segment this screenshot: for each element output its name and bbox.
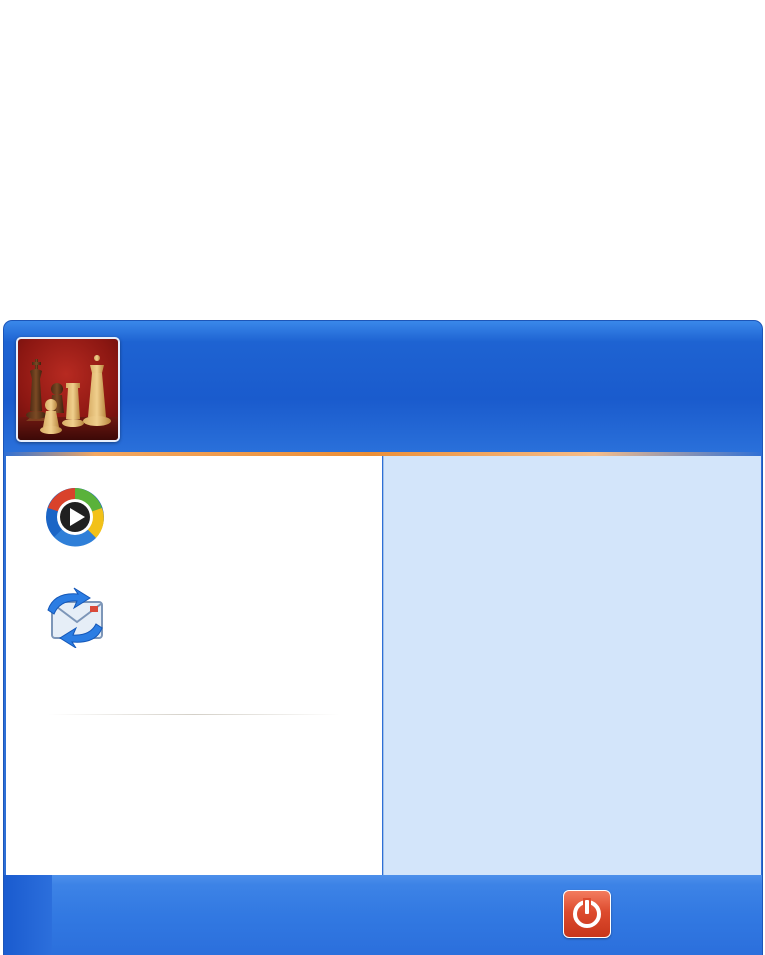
places-pane [383, 456, 761, 875]
power-icon [573, 898, 601, 928]
all-programs-button[interactable] [24, 826, 274, 852]
screen [0, 0, 765, 955]
program-item-media-player[interactable] [24, 486, 364, 556]
start-menu [4, 321, 762, 955]
menu-header [4, 321, 762, 452]
menu-footer [4, 875, 762, 955]
windows-media-player-icon [44, 486, 106, 548]
turn-off-button[interactable] [563, 890, 611, 938]
program-item-outlook-express[interactable] [24, 586, 364, 656]
user-avatar[interactable] [16, 337, 120, 442]
footer-left-edge [4, 875, 52, 955]
chess-avatar-image [18, 355, 118, 440]
pinned-programs-pane [6, 456, 382, 875]
program-list-separator [48, 714, 340, 715]
outlook-express-icon [44, 586, 106, 649]
